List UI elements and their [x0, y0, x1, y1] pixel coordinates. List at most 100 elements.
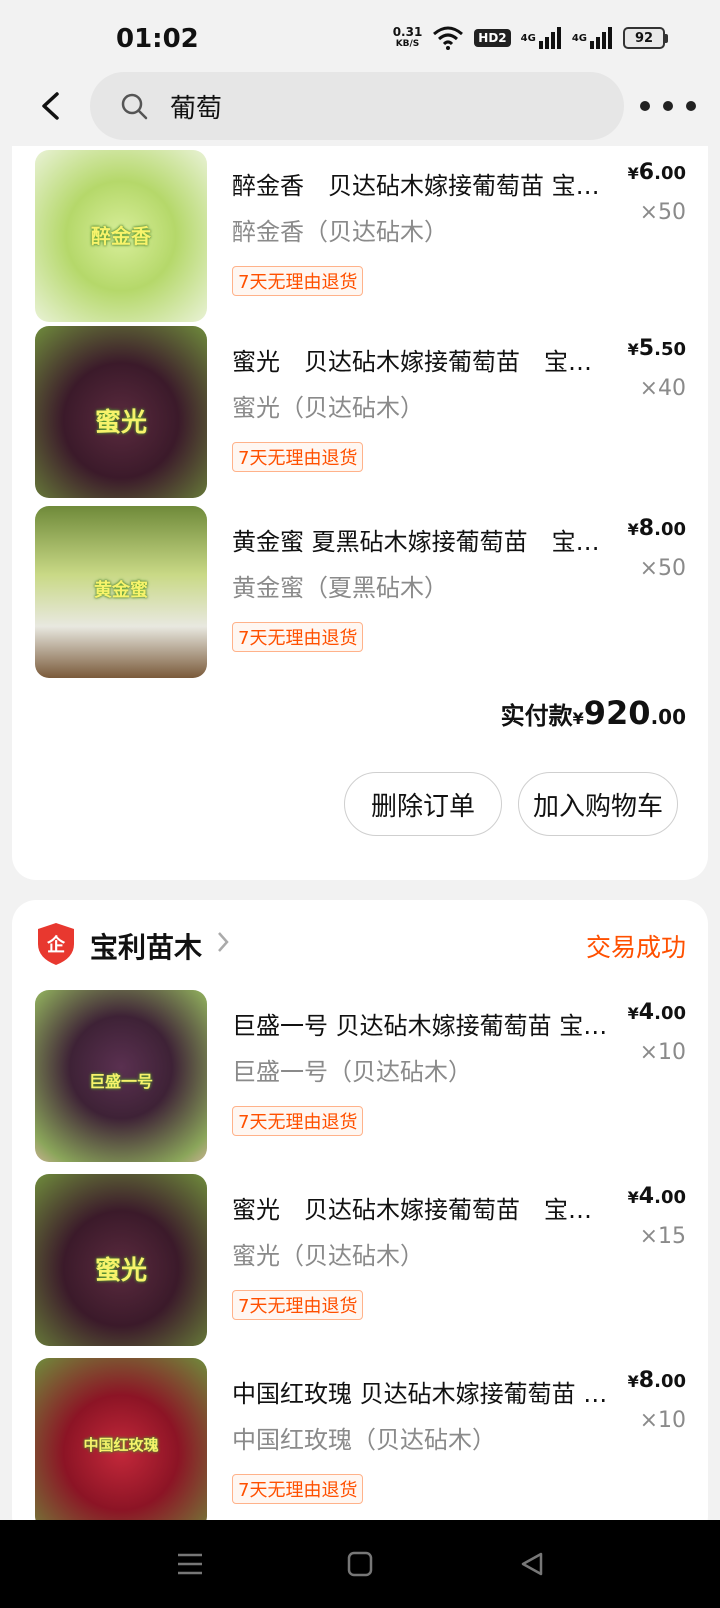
product-image[interactable]: 蜜光	[35, 1174, 207, 1346]
search-icon	[120, 91, 150, 121]
product-image[interactable]: 中国红玫瑰	[35, 1358, 207, 1520]
product-title[interactable]: 醉金香 贝达砧木嫁接葡萄苗 宝利苗木	[232, 166, 612, 201]
product-quantity: ×10	[639, 1408, 686, 1433]
wifi-icon	[432, 26, 464, 50]
product-spec: 中国红玫瑰（贝达砧木）	[232, 1426, 496, 1454]
product-image[interactable]: 蜜光	[35, 326, 207, 498]
product-title[interactable]: 蜜光 贝达砧木嫁接葡萄苗 宝利苗木	[232, 342, 612, 377]
total-label: 实付款	[500, 702, 573, 730]
price-decimal: .00	[654, 1187, 686, 1208]
delete-order-button[interactable]: 删除订单	[344, 772, 502, 836]
order-item[interactable]: 黄金蜜 黄金蜜 夏黑砧木嫁接葡萄苗 宝利苗木 黄金蜜（夏黑砧木） 7天无理由退货…	[12, 506, 708, 686]
order-status: 交易成功	[585, 933, 686, 962]
net-speed-value: 0.31	[392, 25, 423, 39]
price-integer: 4	[638, 1184, 655, 1209]
back-triangle-icon	[521, 1552, 543, 1576]
price-decimal: .00	[654, 519, 686, 540]
product-price: ¥6.00	[628, 160, 686, 185]
status-bar: 01:02 0.31 KB/S HD2 4G 4G 92	[0, 0, 720, 80]
price-currency: ¥	[627, 1188, 639, 1207]
net-speed-unit: KB/S	[395, 39, 420, 49]
back-arrow-icon	[42, 92, 59, 120]
product-spec: 醉金香（贝达砧木）	[232, 218, 448, 246]
price-decimal: .50	[654, 339, 686, 360]
shop-header[interactable]: 企 宝利苗木 交易成功	[12, 900, 708, 980]
product-quantity: ×40	[639, 376, 686, 401]
chevron-right-icon	[216, 930, 230, 960]
return-policy-badge: 7天无理由退货	[232, 1290, 364, 1320]
product-title[interactable]: 中国红玫瑰 贝达砧木嫁接葡萄苗 宝利苗木	[232, 1374, 612, 1409]
search-header: 葡萄	[0, 70, 720, 146]
battery-icon: 92	[623, 27, 668, 49]
price-integer: 5	[638, 336, 655, 361]
product-image[interactable]: 醉金香	[35, 150, 207, 322]
product-quantity: ×50	[639, 200, 686, 225]
product-price: ¥8.00	[628, 516, 686, 541]
price-currency: ¥	[627, 164, 639, 183]
signal-label: 4G	[520, 32, 536, 44]
shop-badge-icon: 企	[38, 923, 74, 965]
order-item[interactable]: 巨盛一号 巨盛一号 贝达砧木嫁接葡萄苗 宝利苗木 巨盛一号（贝达砧木） 7天无理…	[12, 990, 708, 1170]
more-dot-icon	[640, 101, 650, 111]
signal-label-2: 4G	[571, 32, 587, 44]
recent-apps-button[interactable]	[172, 1546, 208, 1582]
return-policy-badge: 7天无理由退货	[232, 1474, 364, 1504]
more-dot-icon	[686, 101, 696, 111]
product-price: ¥4.00	[628, 1000, 686, 1025]
price-integer: 4	[638, 1000, 655, 1025]
search-input[interactable]: 葡萄	[90, 72, 624, 140]
price-decimal: .00	[654, 1371, 686, 1392]
product-price: ¥8.00	[628, 1368, 686, 1393]
system-back-button[interactable]	[514, 1546, 550, 1582]
back-button[interactable]	[30, 86, 70, 126]
order-total: 实付款 ¥ 920 .00	[501, 694, 686, 732]
product-price: ¥4.00	[628, 1184, 686, 1209]
order-item[interactable]: 蜜光 蜜光 贝达砧木嫁接葡萄苗 宝利苗木 蜜光（贝达砧木） 7天无理由退货 ¥4…	[12, 1174, 708, 1354]
order-item[interactable]: 醉金香 醉金香 贝达砧木嫁接葡萄苗 宝利苗木 醉金香（贝达砧木） 7天无理由退货…	[12, 150, 708, 330]
product-image-label: 蜜光	[94, 408, 147, 438]
price-decimal: .00	[654, 1003, 686, 1024]
product-spec: 蜜光（贝达砧木）	[232, 394, 424, 422]
product-image-label: 巨盛一号	[88, 1072, 153, 1091]
product-quantity: ×50	[639, 556, 686, 581]
return-policy-badge: 7天无理由退货	[232, 442, 364, 472]
search-query: 葡萄	[170, 93, 223, 124]
product-image-label: 中国红玫瑰	[83, 1436, 159, 1454]
net-speed: 0.31 KB/S	[393, 26, 423, 50]
more-options-button[interactable]	[640, 88, 696, 124]
product-spec: 巨盛一号（贝达砧木）	[232, 1058, 472, 1086]
home-button[interactable]	[342, 1546, 378, 1582]
status-icons: 0.31 KB/S HD2 4G 4G 92	[393, 26, 668, 50]
price-currency: ¥	[627, 1372, 639, 1391]
product-title[interactable]: 蜜光 贝达砧木嫁接葡萄苗 宝利苗木	[232, 1190, 612, 1225]
order-list[interactable]: 醉金香 醉金香 贝达砧木嫁接葡萄苗 宝利苗木 醉金香（贝达砧木） 7天无理由退货…	[0, 146, 720, 1520]
product-image-label: 醉金香	[91, 224, 151, 248]
order-item[interactable]: 蜜光 蜜光 贝达砧木嫁接葡萄苗 宝利苗木 蜜光（贝达砧木） 7天无理由退货 ¥5…	[12, 326, 708, 506]
product-quantity: ×10	[639, 1040, 686, 1065]
product-spec: 蜜光（贝达砧木）	[232, 1242, 424, 1270]
product-title[interactable]: 巨盛一号 贝达砧木嫁接葡萄苗 宝利苗木	[232, 1006, 612, 1041]
product-price: ¥5.50	[628, 336, 686, 361]
product-image[interactable]: 巨盛一号	[35, 990, 207, 1162]
price-integer: 8	[638, 1368, 655, 1393]
product-title[interactable]: 黄金蜜 夏黑砧木嫁接葡萄苗 宝利苗木	[232, 522, 612, 557]
order-card: 醉金香 醉金香 贝达砧木嫁接葡萄苗 宝利苗木 醉金香（贝达砧木） 7天无理由退货…	[12, 146, 708, 880]
add-to-cart-button[interactable]: 加入购物车	[518, 772, 678, 836]
signal-icon: 4G	[521, 27, 562, 49]
shop-badge-text: 企	[46, 934, 66, 956]
total-decimal: .00	[650, 705, 686, 729]
price-currency: ¥	[627, 1004, 639, 1023]
return-policy-badge: 7天无理由退货	[232, 266, 364, 296]
system-nav-bar	[0, 1520, 720, 1608]
status-time: 01:02	[116, 24, 199, 54]
return-policy-badge: 7天无理由退货	[232, 1106, 364, 1136]
order-item[interactable]: 中国红玫瑰 中国红玫瑰 贝达砧木嫁接葡萄苗 宝利苗木 中国红玫瑰（贝达砧木） 7…	[12, 1358, 708, 1520]
price-integer: 8	[638, 516, 655, 541]
signal-icon-2: 4G	[572, 27, 613, 49]
product-image-label: 黄金蜜	[94, 580, 148, 601]
menu-icon	[178, 1553, 202, 1575]
product-image[interactable]: 黄金蜜	[35, 506, 207, 678]
battery-level: 92	[623, 27, 665, 49]
shop-name[interactable]: 宝利苗木	[90, 926, 202, 966]
order-card: 企 宝利苗木 交易成功 巨盛一号 巨盛一号 贝达砧木嫁接葡萄苗 宝利苗木 巨盛一…	[12, 900, 708, 1520]
